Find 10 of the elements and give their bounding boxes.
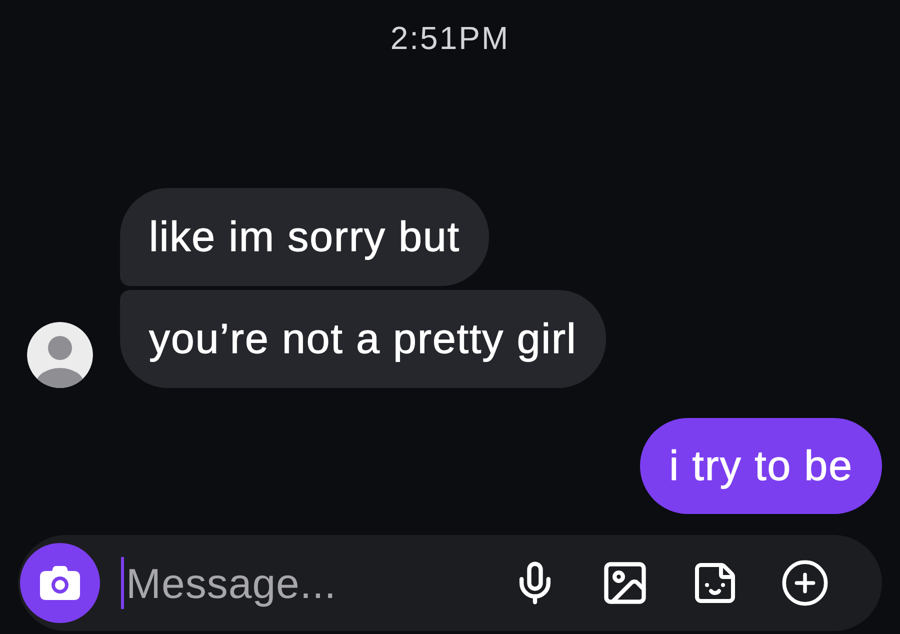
sent-message-bubble: i try to be: [640, 418, 882, 514]
add-button[interactable]: [780, 558, 830, 608]
camera-icon: [40, 566, 80, 600]
message-input-field[interactable]: Message...: [121, 557, 501, 609]
camera-button[interactable]: [20, 543, 100, 623]
plus-circle-icon: [780, 558, 830, 608]
received-message-bubble: like im sorry but: [120, 188, 490, 286]
avatar-silhouette-icon: [27, 322, 93, 388]
timestamp: 2:51PM: [390, 20, 510, 56]
received-message-bubble: you’re not a pretty girl: [120, 290, 606, 388]
